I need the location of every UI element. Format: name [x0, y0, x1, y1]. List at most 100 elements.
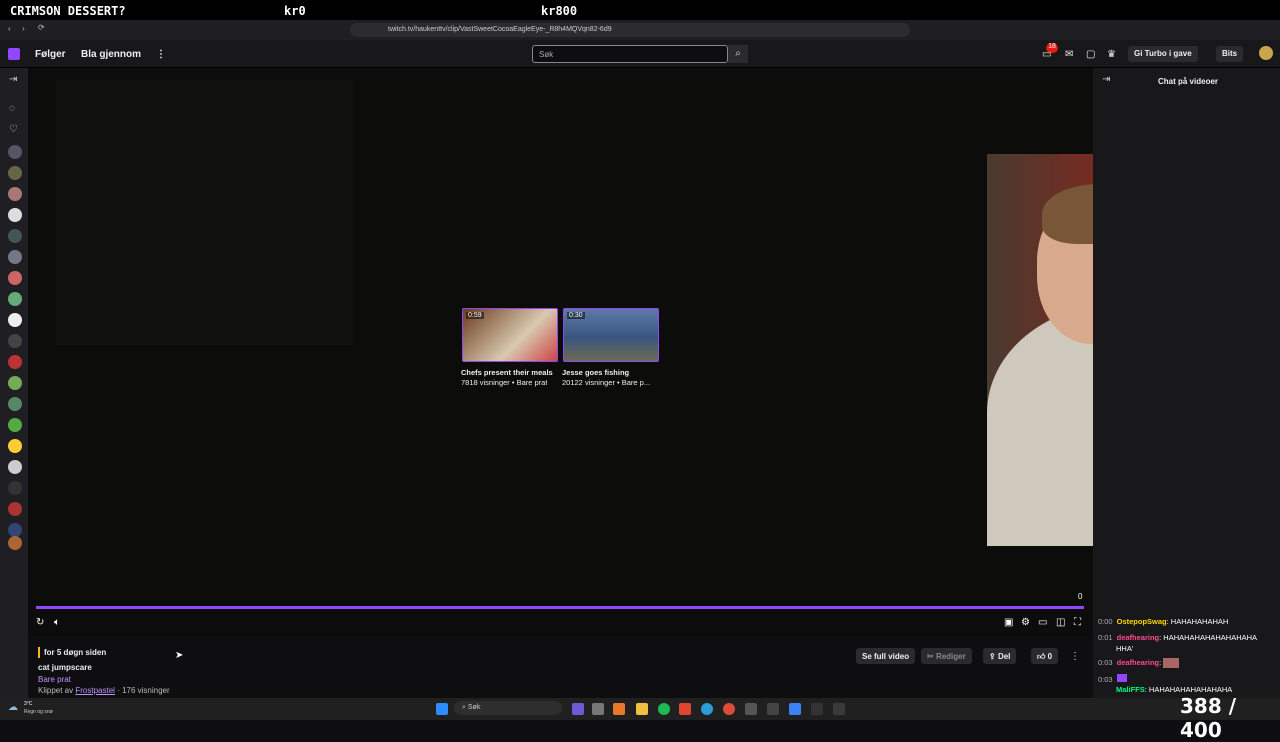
channel-avatar[interactable] [8, 439, 22, 453]
weather-temp: 3°C [24, 701, 33, 707]
like-button[interactable]: 👍︎ 0 [1031, 648, 1059, 664]
taskbar-app-icon[interactable] [811, 703, 823, 715]
mail-icon[interactable]: ✉ [1065, 49, 1073, 60]
volume-icon[interactable]: 🔈︎ [54, 617, 60, 628]
back-icon[interactable]: ‹ [8, 24, 11, 33]
clipped-by-prefix: Klippet av [38, 686, 74, 695]
channel-avatar[interactable] [8, 460, 22, 474]
channel-avatar[interactable] [8, 355, 22, 369]
inbox-icon[interactable]: ▭ [1042, 49, 1051, 60]
crown-icon[interactable]: ♛ [1107, 49, 1116, 60]
channel-avatar[interactable] [8, 313, 22, 327]
search-icon[interactable]: ⌕ [728, 45, 748, 63]
overlay-right-money: kr800 [541, 4, 578, 18]
collapse-chat-icon[interactable]: ⇥ [1102, 74, 1110, 85]
channel-avatar[interactable] [8, 481, 22, 495]
stream-overlay-bar: CRIMSON DESSERT? kr0 kr800 [0, 0, 1280, 20]
faded-webcam-ghost [56, 80, 353, 345]
browser-toolbar: ‹ › ⟳ ▯ twitch.tv/haukenttv/clip/VastSwe… [0, 20, 1280, 40]
clip-icon[interactable]: ▣ [1004, 617, 1013, 628]
start-menu-icon[interactable] [436, 703, 448, 715]
channel-avatar[interactable] [8, 229, 22, 243]
edit-button[interactable]: ✂ Rediger [921, 648, 972, 664]
follower-goal-counter: 388 / 400 [1180, 694, 1237, 742]
clip-title[interactable]: Chefs present their meals [461, 368, 553, 377]
search-input[interactable]: Søk [532, 45, 728, 63]
taskbar-app-icon[interactable] [572, 703, 584, 715]
nav-browse[interactable]: Bla gjennom [81, 49, 141, 60]
channel-avatar[interactable] [8, 166, 22, 180]
channel-avatar[interactable] [8, 145, 22, 159]
heart-icon[interactable]: ♡ [9, 124, 18, 135]
channel-avatar[interactable] [8, 502, 22, 516]
share-label: Del [997, 652, 1011, 661]
more-icon[interactable]: ⋮ [156, 49, 166, 60]
chat-message: 0:03 [1098, 674, 1127, 684]
channel-avatar[interactable] [8, 334, 22, 348]
taskbar-app-icon[interactable] [745, 703, 757, 715]
channel-avatar[interactable] [8, 271, 22, 285]
chat-message-wrap: HHA' [1116, 644, 1134, 653]
taskbar-app-icon[interactable] [767, 703, 779, 715]
channel-avatar[interactable] [8, 397, 22, 411]
share-button[interactable]: ⇪ Del [983, 648, 1017, 664]
bits-button[interactable]: Bits [1216, 46, 1244, 62]
reload-icon[interactable]: ⟳ [38, 23, 45, 32]
terminal-icon[interactable] [833, 703, 845, 715]
folder-icon[interactable] [636, 703, 648, 715]
expand-sidebar-icon[interactable]: ⇥ [9, 74, 17, 85]
chat-panel: ⇥ Chat på videoer [1093, 68, 1280, 698]
clip-title[interactable]: Jesse goes fishing [562, 368, 629, 377]
channel-avatar[interactable] [8, 208, 22, 222]
weather-icon: ☁ [8, 702, 18, 713]
clip-thumbnail-chefs[interactable]: 0:59 [462, 308, 558, 362]
address-bar[interactable]: twitch.tv/haukenttv/clip/VastSweetCocoaE… [350, 23, 910, 37]
category-link[interactable]: Bare prat [38, 675, 71, 684]
history-icon[interactable]: ◌ [9, 103, 15, 114]
replay-icon[interactable]: ↻ [36, 617, 44, 628]
view-count: · 176 visninger [114, 686, 170, 695]
full-video-button[interactable]: Se full video [856, 648, 916, 664]
user-avatar[interactable] [1259, 46, 1273, 60]
chat-message: MaliFFS: HAHAHAHAHAHAHAHA [1116, 685, 1233, 694]
spotify-icon[interactable] [658, 703, 670, 715]
clip-duration: 0:30 [567, 312, 585, 319]
chat-message: 0:00 OstepopSwag: HAHAHAHAHAH [1098, 617, 1229, 626]
progress-bar[interactable] [36, 606, 1084, 609]
clip-thumbnail-fishing[interactable]: 0:30 [563, 308, 659, 362]
theatre-mode-icon[interactable]: ▭ [1038, 617, 1047, 628]
channel-avatar[interactable] [8, 523, 22, 537]
more-options-icon[interactable]: ⋮ [1070, 651, 1080, 662]
clipper-link[interactable]: Frostpastel [75, 686, 115, 695]
channel-avatar[interactable] [8, 250, 22, 264]
sidebar: ⇥ ◌ ♡ [0, 68, 28, 698]
taskbar-app-icon[interactable] [613, 703, 625, 715]
brave-icon[interactable] [679, 703, 691, 715]
whisper-icon[interactable]: ▢ [1086, 49, 1095, 60]
settings-gear-icon[interactable]: ⚙ [1021, 617, 1030, 628]
clip-meta: 7818 visninger • Bare prat [461, 378, 548, 387]
fullscreen-icon[interactable]: ⛶ [1074, 617, 1081, 628]
emote-image [1163, 658, 1180, 669]
taskbar-search-label: Søk [467, 704, 481, 711]
count-label: 0 [1078, 592, 1083, 601]
nav-following[interactable]: Følger [35, 49, 66, 60]
taskbar-app-icon[interactable] [789, 703, 801, 715]
twitch-logo-icon[interactable] [8, 48, 20, 60]
clip-duration: 0:59 [466, 312, 484, 319]
chrome-icon[interactable] [723, 703, 735, 715]
bits-label: Bits [1222, 49, 1238, 58]
forward-icon[interactable]: › [22, 24, 25, 33]
edge-icon[interactable] [701, 703, 713, 715]
clip-meta: 20122 visninger • Bare p... [562, 378, 651, 387]
channel-avatar[interactable] [8, 292, 22, 306]
channel-avatar[interactable] [8, 418, 22, 432]
channel-avatar[interactable] [8, 187, 22, 201]
turbo-gift-button[interactable]: Gi Turbo i gave [1128, 46, 1198, 62]
channel-avatar[interactable] [8, 376, 22, 390]
sidebar-toggle-icon[interactable]: ◫ [1056, 617, 1065, 628]
channel-avatar[interactable] [8, 536, 22, 550]
taskbar-search[interactable]: ⌕ Søk [454, 701, 562, 715]
taskbar-app-icon[interactable] [592, 703, 604, 715]
turbo-gift-label: Gi Turbo i gave [1134, 49, 1192, 58]
